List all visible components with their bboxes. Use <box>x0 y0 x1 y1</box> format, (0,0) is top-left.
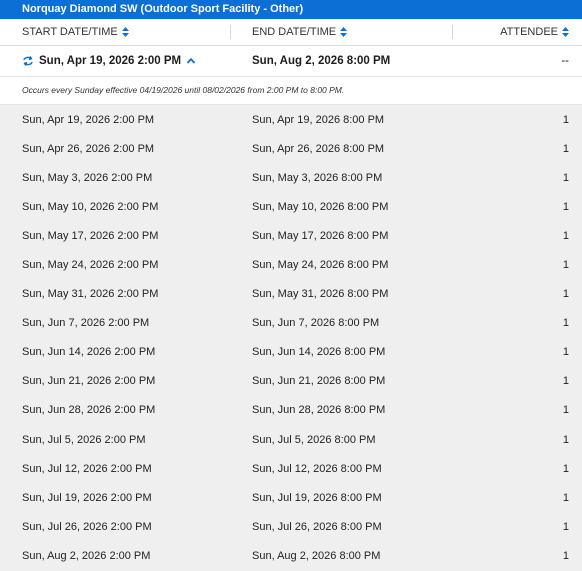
occurrence-end: Sun, May 3, 2026 8:00 PM <box>252 171 383 184</box>
attendee-column-header[interactable]: ATTENDEE <box>453 19 582 45</box>
occurrence-start: Sun, Jun 7, 2026 2:00 PM <box>22 317 150 330</box>
occurrence-list: Sun, Apr 19, 2026 2:00 PM Sun, Apr 19, 20… <box>0 105 582 571</box>
occurrence-row[interactable]: Sun, Jul 5, 2026 2:00 PM Sun, Jul 5, 2026… <box>0 425 582 454</box>
occurrence-start: Sun, May 31, 2026 2:00 PM <box>22 288 159 301</box>
occurrence-attendee: 1 <box>562 433 569 446</box>
occurrence-end: Sun, May 17, 2026 8:00 PM <box>252 229 389 242</box>
occurrence-start: Sun, Jun 14, 2026 2:00 PM <box>22 346 156 359</box>
group-end: Sun, Aug 2, 2026 8:00 PM <box>252 55 391 67</box>
occurrence-end: Sun, Jul 26, 2026 8:00 PM <box>252 520 382 533</box>
occurrence-attendee: 1 <box>562 171 569 184</box>
occurrence-end: Sun, Jun 14, 2026 8:00 PM <box>252 346 386 359</box>
recurring-group-row[interactable]: Sun, Apr 19, 2026 2:00 PM Sun, Aug 2, 20… <box>0 46 582 77</box>
chevron-up-icon[interactable] <box>186 56 196 66</box>
occurrence-start: Sun, Apr 19, 2026 2:00 PM <box>22 113 155 126</box>
occurrence-attendee: 1 <box>562 375 569 388</box>
sort-icon[interactable] <box>121 27 129 37</box>
occurrence-start: Sun, May 24, 2026 2:00 PM <box>22 259 159 272</box>
occurrence-end: Sun, Apr 19, 2026 8:00 PM <box>252 113 385 126</box>
occurrence-start: Sun, Jul 19, 2026 2:00 PM <box>22 491 152 504</box>
occurrence-end: Sun, May 24, 2026 8:00 PM <box>252 259 389 272</box>
occurrence-end: Sun, Jun 28, 2026 8:00 PM <box>252 404 386 417</box>
sort-icon[interactable] <box>340 27 348 37</box>
occurrence-start: Sun, Aug 2, 2026 2:00 PM <box>22 549 151 562</box>
occurrence-attendee: 1 <box>562 520 569 533</box>
occurrence-attendee: 1 <box>562 259 569 272</box>
facility-title: Norquay Diamond SW (Outdoor Sport Facili… <box>0 0 582 19</box>
occurrence-row[interactable]: Sun, Jul 26, 2026 2:00 PM Sun, Jul 26, 20… <box>0 512 582 541</box>
occurrence-start: Sun, Jul 12, 2026 2:00 PM <box>22 462 152 475</box>
occurrence-start: Sun, May 3, 2026 2:00 PM <box>22 171 153 184</box>
occurrence-attendee: 1 <box>562 229 569 242</box>
occurrence-row[interactable]: Sun, Jun 28, 2026 2:00 PM Sun, Jun 28, 20… <box>0 396 582 425</box>
occurrence-attendee: 1 <box>562 142 569 155</box>
booking-panel: Norquay Diamond SW (Outdoor Sport Facili… <box>0 0 582 571</box>
start-column-header[interactable]: START DATE/TIME <box>0 25 231 39</box>
occurrence-row[interactable]: Sun, Jun 7, 2026 2:00 PM Sun, Jun 7, 2026… <box>0 309 582 338</box>
group-start: Sun, Apr 19, 2026 2:00 PM <box>39 55 182 67</box>
occurrence-start: Sun, Apr 26, 2026 2:00 PM <box>22 142 155 155</box>
occurrence-attendee: 1 <box>562 346 569 359</box>
occurrence-start: Sun, Jun 21, 2026 2:00 PM <box>22 375 156 388</box>
occurrence-start: Sun, May 10, 2026 2:00 PM <box>22 200 159 213</box>
occurrence-end: Sun, Apr 26, 2026 8:00 PM <box>252 142 385 155</box>
occurrence-row[interactable]: Sun, May 17, 2026 2:00 PM Sun, May 17, 20… <box>0 221 582 250</box>
start-column-label: START DATE/TIME <box>22 26 118 38</box>
occurrence-attendee: 1 <box>562 113 569 126</box>
occurrence-row[interactable]: Sun, Apr 19, 2026 2:00 PM Sun, Apr 19, 20… <box>0 105 582 134</box>
end-column-label: END DATE/TIME <box>252 26 337 38</box>
occurrence-attendee: 1 <box>562 462 569 475</box>
sort-icon[interactable] <box>562 27 569 37</box>
occurrence-row[interactable]: Sun, May 10, 2026 2:00 PM Sun, May 10, 20… <box>0 192 582 221</box>
occurrence-row[interactable]: Sun, May 24, 2026 2:00 PM Sun, May 24, 20… <box>0 250 582 279</box>
occurrence-start: Sun, Jul 26, 2026 2:00 PM <box>22 520 152 533</box>
occurrence-row[interactable]: Sun, Apr 26, 2026 2:00 PM Sun, Apr 26, 20… <box>0 134 582 163</box>
occurrence-end: Sun, May 31, 2026 8:00 PM <box>252 288 389 301</box>
occurrence-end: Sun, Jul 12, 2026 8:00 PM <box>252 462 382 475</box>
occurrence-row[interactable]: Sun, May 31, 2026 2:00 PM Sun, May 31, 20… <box>0 280 582 309</box>
occurrence-attendee: 1 <box>562 317 569 330</box>
occurrence-attendee: 1 <box>562 288 569 301</box>
occurrence-end: Sun, May 10, 2026 8:00 PM <box>252 200 389 213</box>
occurrence-row[interactable]: Sun, Jul 12, 2026 2:00 PM Sun, Jul 12, 20… <box>0 454 582 483</box>
occurrence-start: Sun, May 17, 2026 2:00 PM <box>22 229 159 242</box>
occurrence-row[interactable]: Sun, Jul 19, 2026 2:00 PM Sun, Jul 19, 20… <box>0 483 582 512</box>
recurrence-note: Occurs every Sunday effective 04/19/2026… <box>0 77 582 105</box>
occurrence-attendee: 1 <box>562 404 569 417</box>
end-column-header[interactable]: END DATE/TIME <box>231 25 453 39</box>
occurrence-end: Sun, Aug 2, 2026 8:00 PM <box>252 549 381 562</box>
occurrence-row[interactable]: Sun, May 3, 2026 2:00 PM Sun, May 3, 2026… <box>0 163 582 192</box>
occurrence-attendee: 1 <box>562 200 569 213</box>
occurrence-row[interactable]: Sun, Aug 2, 2026 2:00 PM Sun, Aug 2, 2026… <box>0 541 582 570</box>
occurrence-end: Sun, Jul 19, 2026 8:00 PM <box>252 491 382 504</box>
table-header: START DATE/TIME END DATE/TIME ATTENDEE <box>0 19 582 46</box>
occurrence-end: Sun, Jun 7, 2026 8:00 PM <box>252 317 380 330</box>
attendee-column-label: ATTENDEE <box>500 26 558 38</box>
occurrence-attendee: 1 <box>562 491 569 504</box>
occurrence-row[interactable]: Sun, Jun 14, 2026 2:00 PM Sun, Jun 14, 20… <box>0 338 582 367</box>
occurrence-start: Sun, Jun 28, 2026 2:00 PM <box>22 404 156 417</box>
repeat-icon <box>22 55 34 67</box>
group-attendee: -- <box>561 55 569 67</box>
occurrence-end: Sun, Jul 5, 2026 8:00 PM <box>252 433 376 446</box>
occurrence-end: Sun, Jun 21, 2026 8:00 PM <box>252 375 386 388</box>
occurrence-start: Sun, Jul 5, 2026 2:00 PM <box>22 433 146 446</box>
occurrence-row[interactable]: Sun, Jun 21, 2026 2:00 PM Sun, Jun 21, 20… <box>0 367 582 396</box>
occurrence-attendee: 1 <box>562 549 569 562</box>
